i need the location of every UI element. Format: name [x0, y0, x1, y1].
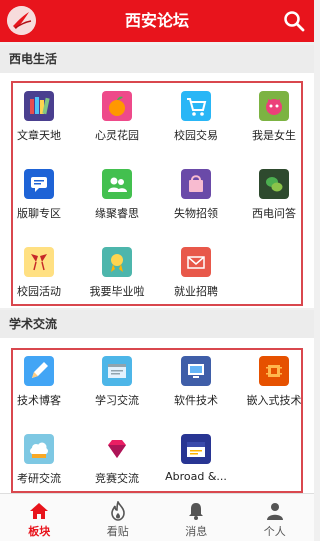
flame-icon	[110, 501, 125, 521]
section-header-academic: 学术交流	[0, 310, 314, 338]
section-grid-xidian-life: 文章天地 心灵花园 校园交易 我是女生 版聊专区 缘聚睿思 失物招领 西电问答 …	[0, 73, 314, 308]
item-label: 软件技术	[174, 394, 218, 407]
item-label: 我要毕业啦	[89, 285, 145, 298]
forum-item-biye[interactable]: 我要毕业啦	[78, 239, 156, 317]
item-label: 版聊专区	[17, 207, 61, 220]
forum-item-nvsheng[interactable]: 我是女生	[235, 83, 313, 161]
item-label: 就业招聘	[174, 285, 218, 298]
tab-kantie[interactable]: 看贴	[79, 494, 158, 541]
tab-label: 个人	[263, 525, 286, 538]
search-icon	[284, 11, 305, 32]
forum-item-huodong[interactable]: 校园活动	[0, 239, 78, 317]
people-icon	[102, 169, 132, 199]
orange-fruit-icon	[102, 91, 132, 121]
wechat-icon	[259, 169, 289, 199]
item-label: 心灵花园	[95, 129, 139, 142]
forum-item-xuexi[interactable]: 学习交流	[78, 348, 156, 426]
search-button[interactable]	[282, 9, 306, 33]
cheers-glasses-icon	[24, 247, 54, 277]
forum-item-yuanju[interactable]: 缘聚睿思	[78, 161, 156, 239]
section-header-xidian-life: 西电生活	[0, 45, 314, 73]
monitor-icon	[181, 356, 211, 386]
home-icon	[30, 503, 48, 519]
section-grid-academic: 技术博客 学习交流 软件技术 嵌入式技术 考研交流 竞赛交流 Abroad &.…	[0, 338, 314, 493]
bell-icon	[189, 503, 203, 520]
shopping-bag-icon	[181, 169, 211, 199]
forum-item-qianrushi[interactable]: 嵌入式技术	[235, 348, 313, 426]
item-label: 学习交流	[95, 394, 139, 407]
envelope-icon	[181, 247, 211, 277]
forum-item-shiwu[interactable]: 失物招领	[157, 161, 235, 239]
forum-item-wenda[interactable]: 西电问答	[235, 161, 313, 239]
item-label: 我是女生	[252, 129, 296, 142]
item-label: 考研交流	[17, 472, 61, 485]
tab-label: 消息	[185, 525, 208, 538]
tab-label: 板块	[28, 525, 51, 538]
item-label: Abroad &...	[165, 470, 227, 483]
chip-icon	[259, 356, 289, 386]
graduation-ribbon-icon	[102, 247, 132, 277]
item-label: 校园活动	[17, 285, 61, 298]
section-title: 西电生活	[9, 52, 58, 66]
tab-label: 看贴	[106, 525, 129, 538]
app-title: 西安论坛	[124, 11, 189, 30]
gem-icon	[102, 434, 132, 464]
app-header: 西安论坛	[0, 0, 314, 42]
english-book-icon	[181, 434, 211, 464]
forum-item-jishu-boke[interactable]: 技术博客	[0, 348, 78, 426]
section-title: 学术交流	[9, 317, 58, 331]
forum-item-zhaopin[interactable]: 就业招聘	[157, 239, 235, 317]
tab-geren[interactable]: 个人	[236, 494, 315, 541]
person-icon	[266, 503, 283, 520]
item-label: 失物招领	[174, 207, 218, 220]
forum-item-ruanjian[interactable]: 软件技术	[157, 348, 235, 426]
item-label: 竞赛交流	[95, 472, 139, 485]
forum-item-banliao[interactable]: 版聊专区	[0, 161, 78, 239]
item-label: 嵌入式技术	[246, 394, 302, 407]
item-label: 缘聚睿思	[95, 207, 139, 220]
forum-item-wenzhang[interactable]: 文章天地	[0, 83, 78, 161]
forum-item-jiaoyi[interactable]: 校园交易	[157, 83, 235, 161]
bottom-tab-bar: 板块 看贴 消息 个人	[0, 493, 314, 541]
tab-xiaoxi[interactable]: 消息	[157, 494, 236, 541]
cloud-icon	[24, 434, 54, 464]
girl-face-icon	[259, 91, 289, 121]
tab-bankuai[interactable]: 板块	[0, 494, 79, 541]
shopping-cart-icon	[181, 91, 211, 121]
item-label: 技术博客	[17, 394, 61, 407]
chat-bubble-icon	[24, 169, 54, 199]
books-icon	[24, 91, 54, 121]
forum-item-xinling[interactable]: 心灵花园	[78, 83, 156, 161]
window-icon	[102, 356, 132, 386]
pencil-icon	[24, 356, 54, 386]
item-label: 西电问答	[252, 207, 296, 220]
item-label: 文章天地	[17, 129, 61, 142]
item-label: 校园交易	[174, 129, 218, 142]
